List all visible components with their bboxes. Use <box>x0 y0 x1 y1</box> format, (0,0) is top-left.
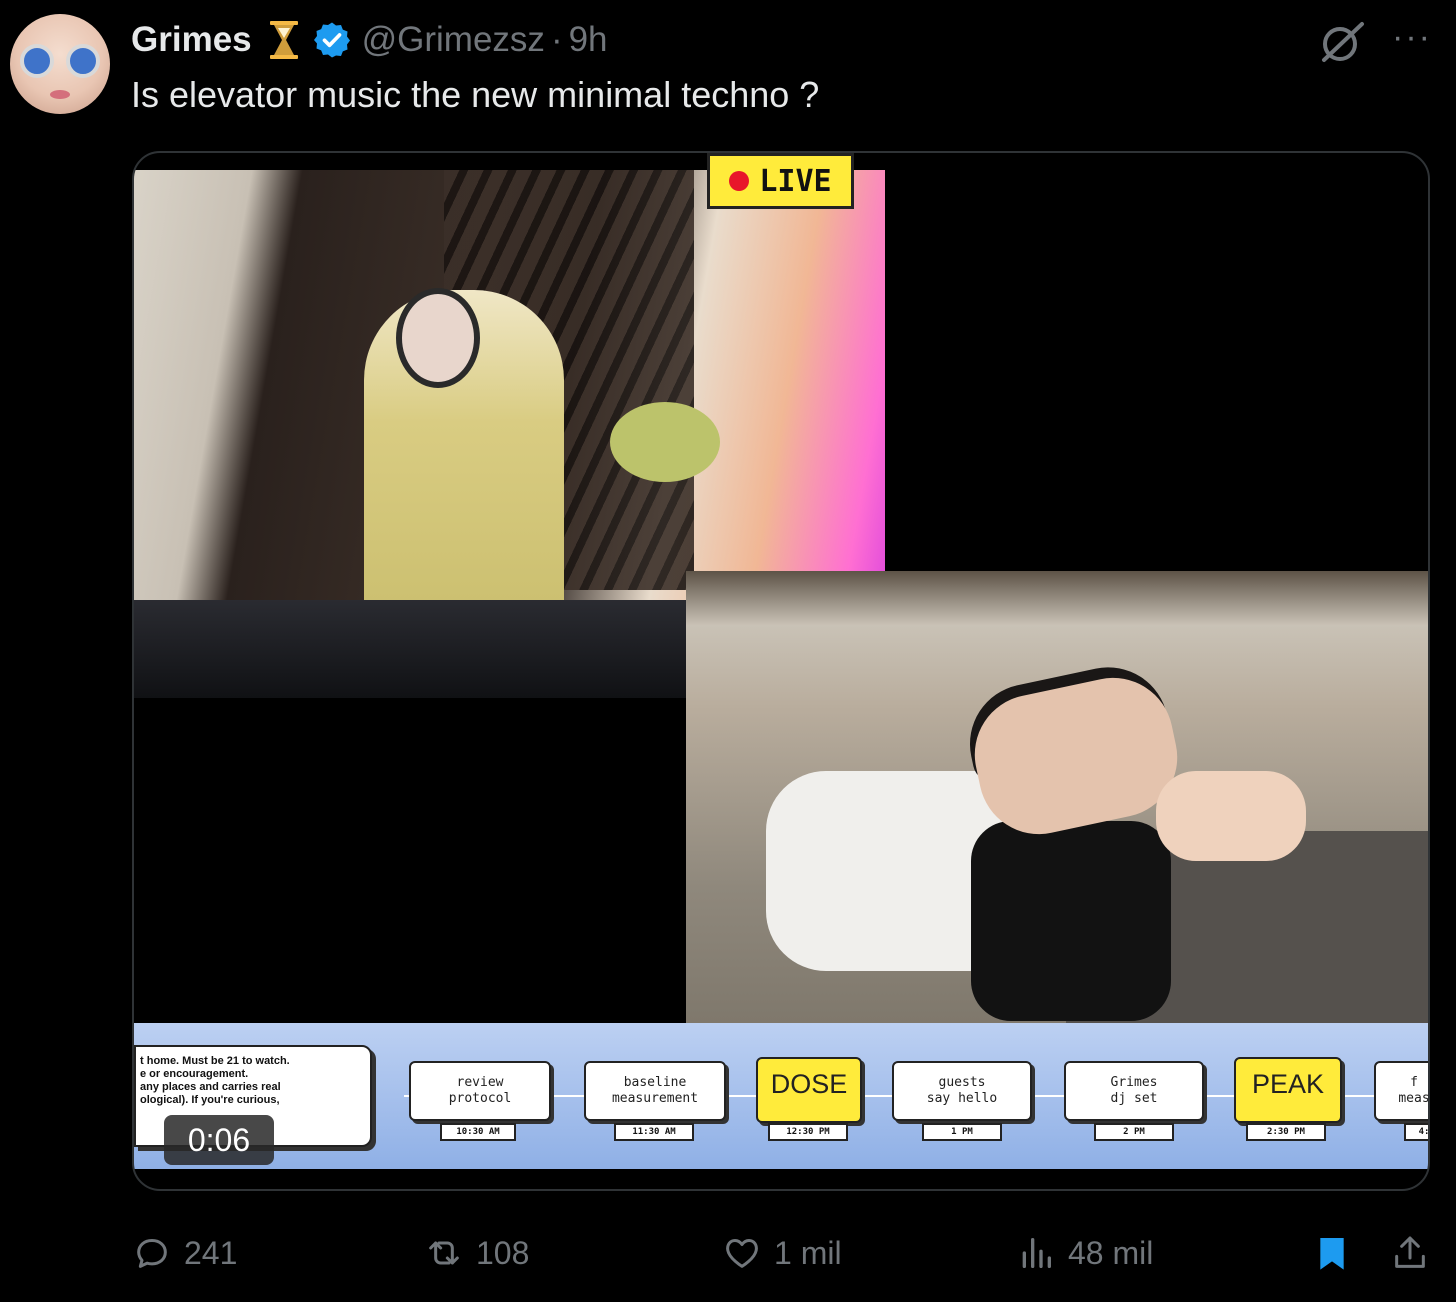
tweet-actions: 241 108 1 mil 48 mil <box>0 1224 1456 1282</box>
author-handle[interactable]: @Grimezsz <box>362 20 545 60</box>
avatar-lips <box>50 90 70 99</box>
repost-button[interactable]: 108 <box>424 1224 529 1282</box>
step-label: Grimes <box>1110 1075 1158 1090</box>
step-label: meas <box>1398 1091 1430 1106</box>
schedule-step-dj-set: Grimes dj set <box>1064 1061 1204 1121</box>
step-label: DOSE <box>770 1069 848 1099</box>
verified-badge-icon[interactable] <box>312 20 352 60</box>
views-count: 48 mil <box>1068 1234 1154 1271</box>
repost-count: 108 <box>476 1234 530 1271</box>
note-line: e or encouragement. <box>140 1068 249 1080</box>
note-line: t home. Must be 21 to watch. <box>140 1055 290 1067</box>
schedule-bar: t home. Must be 21 to watch. e or encour… <box>134 1023 1430 1169</box>
repost-icon <box>429 1241 459 1265</box>
author-name[interactable]: Grimes <box>131 20 252 60</box>
tweet-time[interactable]: 9h <box>569 20 608 60</box>
separator-dot: · <box>550 20 563 59</box>
step-time: 4: <box>1404 1123 1428 1141</box>
like-icon <box>726 1239 758 1268</box>
step-label: guests <box>938 1075 986 1090</box>
step-label: baseline <box>623 1075 687 1090</box>
grok-icon[interactable] <box>1318 20 1366 64</box>
sleeper-hands <box>1156 771 1306 861</box>
step-time: 1 PM <box>922 1123 1002 1141</box>
step-label: f <box>1410 1075 1418 1090</box>
like-count: 1 mil <box>774 1234 842 1271</box>
step-time: 2:30 PM <box>1246 1123 1326 1141</box>
step-time: 10:30 AM <box>440 1123 516 1141</box>
step-label: review <box>456 1075 504 1090</box>
step-label: say hello <box>926 1091 998 1106</box>
note-line: ological). If you're curious, <box>140 1094 280 1106</box>
reply-count: 241 <box>184 1234 238 1271</box>
bookmark-icon <box>1320 1238 1344 1270</box>
live-dot-icon <box>729 171 750 191</box>
dj-head <box>396 288 480 388</box>
step-time: 12:30 PM <box>768 1123 848 1141</box>
sleeper-shirt <box>971 821 1171 1021</box>
step-time: 2 PM <box>1094 1123 1174 1141</box>
video-timestamp: 0:06 <box>164 1115 274 1165</box>
more-icon[interactable]: ··· <box>1392 20 1432 54</box>
tweet-text: Is elevator music the new minimal techno… <box>131 74 820 115</box>
schedule-step-dose: DOSE <box>756 1057 862 1123</box>
share-button[interactable] <box>1390 1224 1442 1282</box>
share-icon <box>1395 1236 1425 1268</box>
live-label: LIVE <box>759 163 832 199</box>
schedule-step-peak: PEAK <box>1234 1057 1342 1123</box>
author-avatar[interactable] <box>10 14 110 114</box>
schedule-step-guests: guests say hello <box>892 1061 1032 1121</box>
reply-button[interactable]: 241 <box>132 1224 237 1282</box>
like-button[interactable]: 1 mil <box>722 1224 842 1282</box>
schedule-step-baseline: baseline measurement <box>584 1061 726 1121</box>
schedule-step-final: f meas <box>1374 1061 1430 1121</box>
step-time: 11:30 AM <box>614 1123 694 1141</box>
note-line: any places and carries real <box>140 1081 281 1093</box>
step-label: protocol <box>448 1091 512 1106</box>
avatar-lens-left <box>20 44 54 78</box>
step-label: dj set <box>1110 1091 1158 1106</box>
hourglass-icon <box>268 20 300 60</box>
live-badge: LIVE <box>707 153 854 209</box>
views-icon <box>1022 1238 1051 1268</box>
bookmark-button[interactable] <box>1312 1224 1364 1282</box>
step-label: PEAK <box>1251 1069 1325 1099</box>
avatar-lens-right <box>66 44 100 78</box>
video-player[interactable]: LIVE t home. Must be 21 to watch. e or e… <box>132 151 1430 1191</box>
plant-decor <box>610 402 720 482</box>
sleeper-stream-panel <box>686 571 1428 1023</box>
views-button[interactable]: 48 mil <box>1016 1224 1153 1282</box>
schedule-step-review: review protocol <box>409 1061 551 1121</box>
step-label: measurement <box>611 1091 699 1106</box>
tweet-header: Grimes @Grimezsz · 9h <box>131 18 608 62</box>
reply-icon <box>137 1239 167 1268</box>
